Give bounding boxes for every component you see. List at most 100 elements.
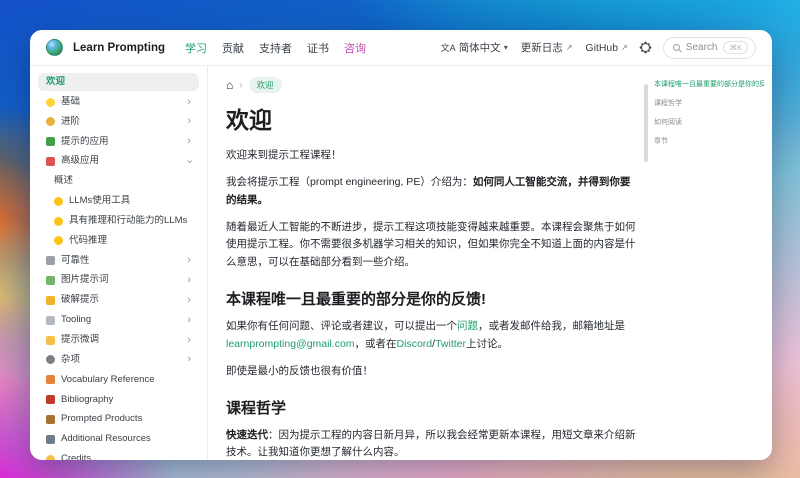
inline-link[interactable]: 问题 — [457, 320, 478, 332]
orange-book-icon — [46, 375, 55, 385]
lock-icon — [46, 295, 55, 305]
text-run: ，或者发邮件给我，邮箱地址是 — [478, 320, 625, 333]
chevron-icon: › — [187, 135, 191, 148]
toc-link[interactable]: 如何阅读 — [654, 117, 764, 127]
chevron-icon: › — [187, 313, 191, 326]
sidebar-item-label: 破解提示 — [61, 294, 100, 306]
sidebar-item-label: Tooling — [61, 314, 92, 326]
package-icon — [46, 415, 55, 425]
nav-link-1[interactable]: 贡献 — [222, 40, 244, 56]
sidebar-item-label: 基础 — [61, 95, 81, 107]
table-of-contents: 本课程唯一且最重要的部分是你的反馈! 课程哲学如何阅读章节 — [652, 66, 772, 460]
chevron-icon: › — [187, 254, 191, 267]
sidebar-item[interactable]: 提示的应用 › — [38, 133, 199, 151]
yellow-circle-icon — [54, 216, 63, 226]
resources-icon — [46, 434, 55, 444]
toc-item: 章节 — [654, 136, 764, 146]
toc-item: 课程哲学 — [654, 98, 764, 108]
chevron-down-icon: ▾ — [503, 43, 508, 52]
sidebar-item[interactable]: Credits — [38, 450, 199, 460]
sidebar-item[interactable]: 概述 — [38, 172, 199, 190]
balance-scale-icon — [46, 256, 55, 266]
books-icon — [46, 395, 55, 405]
learn-prompting-logo[interactable] — [46, 39, 63, 56]
paragraph: 欢迎来到提示工程课程！ — [226, 147, 638, 165]
github-link[interactable]: GitHub ↗ — [585, 42, 627, 54]
sidebar-item[interactable]: 图片提示词 › — [38, 271, 199, 289]
toc-item: 本课程唯一且最重要的部分是你的反馈! — [654, 79, 764, 89]
chevron-right-icon: › — [239, 79, 243, 91]
chevron-icon: › — [187, 293, 191, 306]
sidebar-item[interactable]: 基础 › — [38, 93, 199, 111]
section-heading: 本课程唯一且最重要的部分是你的反馈! — [226, 291, 486, 309]
level-icon — [46, 335, 55, 345]
search-icon — [672, 44, 680, 51]
sidebar-item-label: 进阶 — [61, 115, 81, 127]
text-run: 快速迭代 — [226, 428, 268, 441]
browser-window: Learn Prompting 学习 贡献 支持者 证书 咨询 文A 简体中文 ▾ 更新… — [30, 30, 772, 460]
sidebar: 欢迎 基础 › 进阶 › 提示的应用 › 高级应用 › 概述 LLMs使用工具 具有推理和行动能力的L… — [30, 66, 208, 460]
toc-link[interactable]: 本课程唯一且最重要的部分是你的反馈! — [654, 79, 764, 89]
changelog-link[interactable]: 更新日志 ↗ — [521, 40, 573, 55]
toc-link[interactable]: 章节 — [654, 136, 764, 146]
sidebar-item-label: 代码推理 — [69, 234, 108, 246]
sidebar-item[interactable]: Prompted Products — [38, 410, 199, 428]
chevron-icon: › — [187, 353, 191, 366]
breadcrumb-current[interactable]: 欢迎 — [248, 77, 282, 93]
language-switcher[interactable]: 文A 简体中文 ▾ — [441, 40, 508, 55]
nav-link-0[interactable]: 学习 — [185, 40, 207, 56]
external-link-icon: ↗ — [565, 43, 573, 52]
sidebar-item-label: 可靠性 — [61, 254, 90, 266]
toc-item: 如何阅读 — [654, 117, 764, 127]
text-run: ，或者在 — [354, 337, 397, 350]
section-heading: 课程哲学 — [226, 399, 287, 417]
paragraph: 我会将提示工程（prompt engineering, PE）介绍为：如何同人工… — [226, 174, 638, 210]
sidebar-item[interactable]: 高级应用 › — [38, 152, 199, 170]
sidebar-item[interactable]: 欢迎 — [38, 73, 199, 92]
sidebar-item[interactable]: Additional Resources — [38, 430, 199, 448]
pencil-icon — [46, 137, 55, 147]
rocket-icon — [46, 157, 55, 167]
nav-link-4[interactable]: 咨询 — [344, 40, 366, 56]
paragraph: 快速迭代：因为提示工程的内容日新月异，所以我会经常更新本课程，用短文章来介绍新技… — [226, 427, 638, 460]
sidebar-item[interactable]: 可靠性 › — [38, 252, 199, 270]
sidebar-item[interactable]: 杂项 › — [38, 351, 199, 369]
sidebar-item[interactable]: Vocabulary Reference — [38, 371, 199, 389]
sidebar-item[interactable]: 破解提示 › — [38, 291, 199, 309]
toc-link[interactable]: 课程哲学 — [654, 98, 764, 108]
page-layout: 欢迎 基础 › 进阶 › 提示的应用 › 高级应用 › 概述 LLMs使用工具 具有推理和行动能力的L… — [30, 66, 772, 460]
sidebar-item-label: 概述 — [54, 175, 74, 187]
sparkles-icon — [46, 454, 55, 460]
changelog-label: 更新日志 — [520, 42, 563, 54]
language-label: 简体中文 — [458, 42, 501, 54]
sidebar-item-label: LLMs使用工具 — [69, 195, 131, 207]
nav-link-2[interactable]: 支持者 — [259, 40, 292, 56]
sidebar-item-label: Prompted Products — [61, 413, 143, 425]
sidebar-item[interactable]: 具有推理和行动能力的LLMs — [38, 212, 199, 230]
external-link-icon: ↗ — [621, 43, 628, 52]
sidebar-item[interactable]: 提示微调 › — [38, 331, 199, 349]
inline-link[interactable]: learnprompting@gmail.com — [226, 338, 355, 350]
page-title: 欢迎 — [226, 107, 272, 133]
brand-title[interactable]: Learn Prompting — [73, 42, 165, 54]
search-button[interactable]: Search ⌘K — [662, 36, 756, 59]
theme-toggle-sun-icon[interactable] — [640, 43, 650, 52]
medal-icon — [46, 117, 55, 127]
nav-link-3[interactable]: 证书 — [307, 40, 329, 56]
sidebar-item[interactable]: LLMs使用工具 — [38, 192, 199, 210]
inline-link[interactable]: Twitter — [435, 338, 466, 350]
top-navbar: Learn Prompting 学习 贡献 支持者 证书 咨询 文A 简体中文 ▾ 更新… — [30, 30, 772, 66]
toc-list: 本课程唯一且最重要的部分是你的反馈! 课程哲学如何阅读章节 — [654, 79, 764, 146]
text-run: 随着最近人工智能的不断进步，提示工程这项技能变得越来越重要。本课程会聚焦于如何使… — [226, 220, 636, 269]
text-run: 即使是最小的反馈也很有价值！ — [226, 364, 373, 377]
sidebar-item[interactable]: Bibliography — [38, 391, 199, 409]
sidebar-item[interactable]: Tooling › — [38, 311, 199, 329]
home-icon[interactable]: ⌂ — [226, 79, 233, 91]
scrollbar-thumb[interactable] — [644, 84, 648, 162]
wrench-icon — [46, 315, 55, 325]
navbar-right: 文A 简体中文 ▾ 更新日志 ↗ GitHub ↗ Search ⌘K — [441, 36, 756, 59]
sidebar-item[interactable]: 进阶 › — [38, 113, 199, 131]
sidebar-item[interactable]: 代码推理 — [38, 232, 199, 250]
inline-link[interactable]: Discord — [397, 338, 433, 350]
github-label: GitHub — [585, 41, 619, 54]
